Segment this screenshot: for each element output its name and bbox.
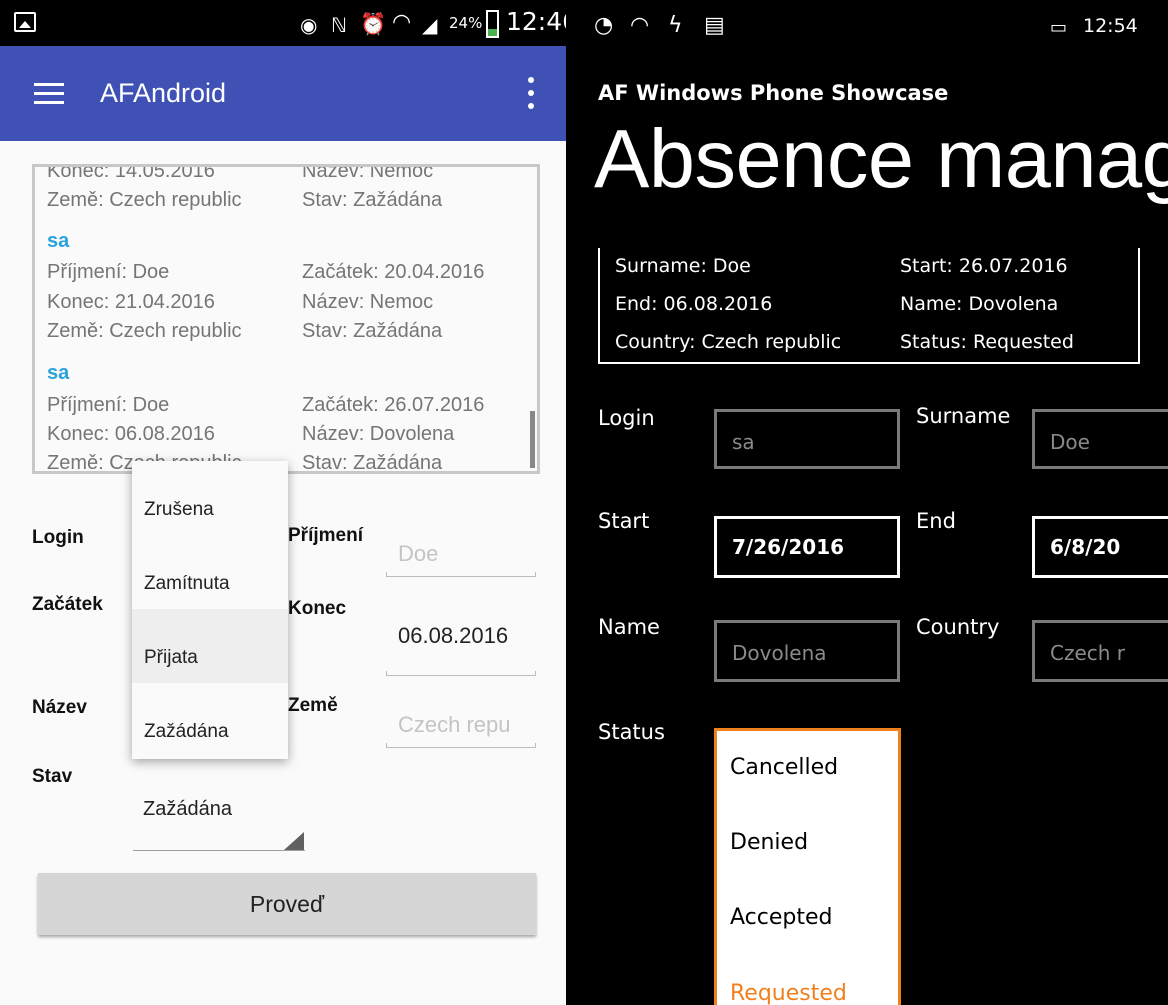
status-dropdown: Zrušena Zamítnuta Přijata Zažádána [132, 461, 288, 759]
app-toolbar: AFAndroid [0, 46, 566, 141]
list-item-status: Stav: Zažádána [302, 189, 443, 211]
list-item-name: Název: Nemoc [302, 291, 434, 313]
wifi-icon: ◠ [392, 10, 412, 35]
alarm-icon: ⏰ [360, 12, 387, 36]
app-title: AF Windows Phone Showcase [598, 81, 949, 105]
list-item-status: Stav: Zažádána [302, 320, 443, 342]
dropdown-option[interactable]: Přijata [132, 609, 288, 683]
signal-icon: ◔ [594, 13, 614, 38]
absence-list[interactable]: Surname: Doe Start: 26.07.2016 End: 06.0… [598, 248, 1140, 364]
spinner-arrow-icon[interactable] [284, 832, 304, 850]
list-item-country: Země: Czech republic [47, 189, 242, 211]
list-item-surname: Příjmení: Doe [47, 394, 170, 416]
page-title: Absence manag [594, 112, 1168, 205]
nfc-icon: ℕ [331, 13, 348, 37]
data-icon: ϟ [668, 13, 683, 38]
list-item-country: Country: Czech republic [615, 331, 842, 353]
dropdown-option[interactable]: Zamítnuta [132, 535, 288, 609]
list-item-country: Země: Czech republic [47, 320, 242, 342]
message-icon: ▤ [704, 13, 725, 38]
country-label: Country [916, 615, 1000, 639]
wifi-icon: ◠ [630, 13, 650, 38]
battery-icon [486, 10, 499, 38]
app-title: AFAndroid [100, 78, 227, 108]
list-item-name: Název: Dovolena [302, 423, 455, 445]
end-date-input[interactable]: 6/8/20 [1032, 516, 1168, 578]
absence-list[interactable]: Konec: 14.05.2016 Název: Nemoc Země: Cze… [32, 164, 540, 474]
surname-input[interactable]: Doe [1032, 409, 1168, 469]
list-item-login: sa [47, 230, 70, 252]
status-option-selected[interactable]: Requested [730, 981, 847, 1005]
signal-icon: ◢ [422, 13, 438, 37]
login-input[interactable]: sa [714, 409, 900, 469]
status-time: 12:46 [506, 7, 566, 36]
login-label: Login [598, 406, 655, 430]
name-label: Name [598, 615, 660, 639]
submit-button[interactable]: Proveď [38, 873, 536, 935]
end-underline [386, 671, 536, 676]
surname-input[interactable]: Doe [398, 541, 438, 567]
list-scrollbar[interactable] [530, 411, 535, 468]
surname-label: Surname [916, 404, 1011, 428]
android-status-bar: ◉ ℕ ⏰ ◠ ◢ 24% 12:46 [0, 0, 566, 46]
windows-phone-screen: ◔ ◠ ϟ ▤ ▭ 12:54 AF Windows Phone Showcas… [566, 0, 1168, 1005]
country-input[interactable]: Czech r [1032, 620, 1168, 682]
battery-charging-icon: ▭ [1050, 17, 1068, 38]
list-item-status: Stav: Zažádána [302, 452, 443, 474]
name-label: Název [32, 697, 87, 718]
status-label: Stav [32, 766, 73, 787]
status-option[interactable]: Accepted [730, 905, 832, 930]
image-notification-icon [14, 12, 36, 32]
list-item-end: End: 06.08.2016 [615, 293, 773, 315]
login-label: Login [32, 527, 84, 548]
status-time: 12:54 [1083, 15, 1138, 37]
list-item-login: sa [47, 362, 70, 384]
list-item-end: Konec: 21.04.2016 [47, 291, 215, 313]
list-item-name: Name: Dovolena [900, 293, 1059, 315]
surname-label: Příjmení [288, 525, 363, 546]
end-label: End [916, 509, 956, 533]
status-option[interactable]: Cancelled [730, 755, 838, 780]
name-input[interactable]: Dovolena [714, 620, 900, 682]
hamburger-menu-icon[interactable] [34, 83, 64, 105]
list-item-name: Název: Nemoc [302, 164, 434, 182]
start-label: Start [598, 509, 650, 533]
android-screen: ◉ ℕ ⏰ ◠ ◢ 24% 12:46 AFAndroid Konec: 14.… [0, 0, 566, 1005]
list-item-end: Konec: 06.08.2016 [47, 423, 215, 445]
list-item-surname: Příjmení: Doe [47, 261, 170, 283]
status-spinner-underline [133, 850, 305, 851]
country-input[interactable]: Czech repu [398, 712, 538, 738]
end-input[interactable]: 06.08.2016 [398, 623, 538, 649]
country-underline [386, 743, 536, 748]
list-item-status: Status: Requested [900, 331, 1074, 353]
country-label: Země [288, 695, 338, 716]
list-item-end: Konec: 14.05.2016 [47, 164, 215, 182]
start-label: Začátek [32, 594, 103, 615]
list-item-start: Začátek: 26.07.2016 [302, 394, 485, 416]
eye-icon: ◉ [300, 13, 318, 37]
list-item-start: Start: 26.07.2016 [900, 255, 1068, 277]
battery-percent: 24% [449, 14, 483, 32]
status-listpicker[interactable]: Cancelled Denied Accepted Requested [714, 728, 901, 1005]
status-spinner[interactable]: Zažádána [143, 798, 232, 821]
status-option[interactable]: Denied [730, 830, 808, 855]
status-label: Status [598, 720, 665, 744]
end-label: Konec [288, 598, 347, 619]
start-date-input[interactable]: 7/26/2016 [714, 516, 900, 578]
surname-underline [386, 572, 536, 577]
list-item-surname: Surname: Doe [615, 255, 751, 277]
list-item-start: Začátek: 20.04.2016 [302, 261, 485, 283]
dropdown-option[interactable]: Zažádána [132, 683, 288, 757]
dropdown-option[interactable]: Zrušena [132, 461, 288, 535]
overflow-menu-icon[interactable] [527, 77, 535, 111]
